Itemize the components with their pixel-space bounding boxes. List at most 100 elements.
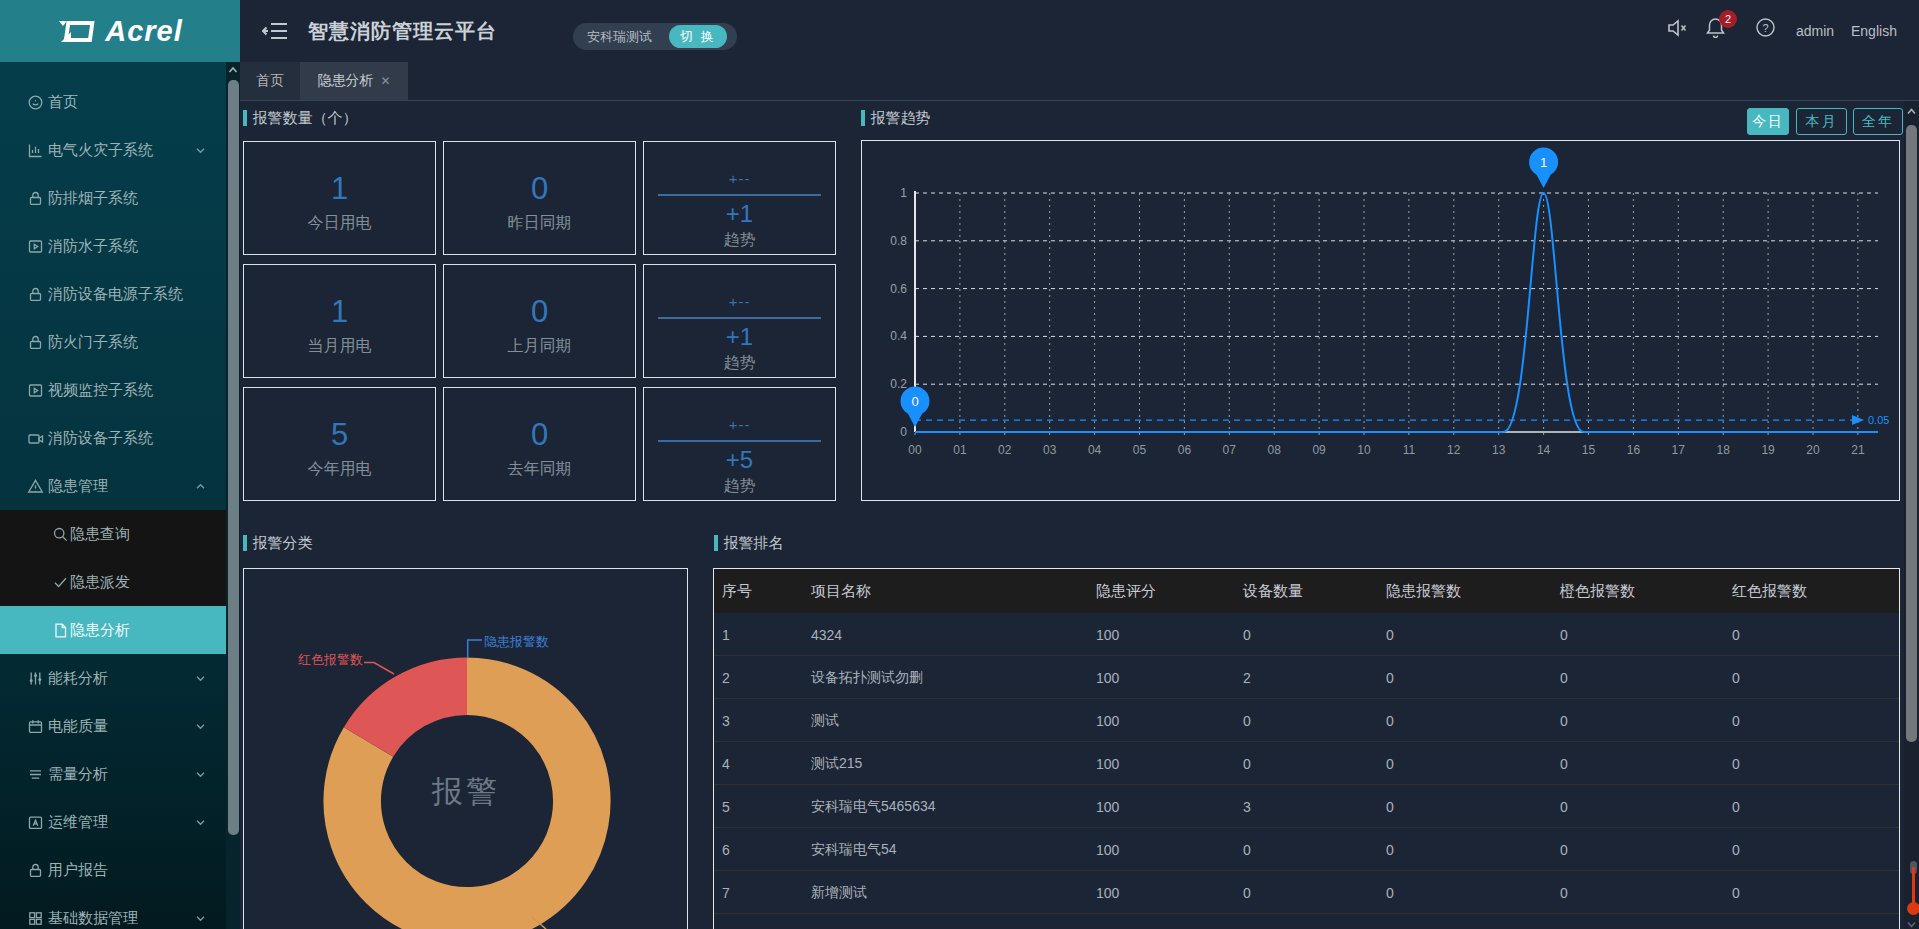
col-header-5: 橙色报警数 [1560,569,1635,613]
cell: 0 [1732,828,1740,871]
category-donut-chart [244,569,686,929]
tab-hidden-danger-analysis[interactable]: 隐患分析 ✕ [300,62,408,100]
sidebar-item-3[interactable]: 消防水子系统 [0,222,240,270]
sidebar-scroll-up-icon[interactable] [226,63,240,77]
stat-label: 今年用电 [244,459,435,480]
table-row-1[interactable]: 2设备拓扑测试勿删1002000 [714,656,1899,699]
y-axis-label: 0 [900,425,907,439]
col-header-4: 隐患报警数 [1386,569,1461,613]
y-axis-label: 0.6 [890,282,907,296]
sidebar-item-label: 隐患派发 [70,573,130,592]
sidebar-item-17[interactable]: 基础数据管理 [0,894,240,929]
logo-text: Acrel [105,15,183,48]
camera-icon [27,430,44,447]
stat-value: 0 [444,417,635,453]
sidebar-item-4[interactable]: 消防设备电源子系统 [0,270,240,318]
home-icon [27,94,44,111]
sidebar-item-6[interactable]: 视频监控子系统 [0,366,240,414]
tab-home[interactable]: 首页 [240,62,300,100]
trend-divider [658,317,821,319]
page-scroll-down-icon[interactable] [1905,918,1918,929]
table-row-5[interactable]: 6安科瑞电气541000000 [714,828,1899,871]
sidebar-item-14[interactable]: 需量分析 [0,750,240,798]
collapse-sidebar-icon[interactable] [262,21,288,41]
grid-icon [27,910,44,927]
rows-icon [27,766,44,783]
language-switch[interactable]: English [1851,0,1897,62]
cell: 0 [1732,742,1740,785]
stat-value: 0 [444,294,635,330]
alarm-trend-title-text: 报警趋势 [871,109,931,128]
table-row-2[interactable]: 3测试1000000 [714,699,1899,742]
sidebar-item-1[interactable]: 电气火灾子系统 [0,126,240,174]
tab-close-icon[interactable]: ✕ [380,74,390,88]
sidebar-item-15[interactable]: 运维管理 [0,798,240,846]
cell: 2 [722,656,730,699]
alarm-count-title-text: 报警数量（个） [253,109,358,128]
tab-home-label: 首页 [256,72,284,90]
table-row-0[interactable]: 143241000000 [714,613,1899,656]
sidebar-scrollbar[interactable] [226,62,240,929]
help-icon[interactable]: ? [1756,18,1775,37]
sidebar-item-label: 隐患查询 [70,525,130,544]
tab-bar: 首页 隐患分析 ✕ [240,62,1919,101]
x-axis-label: 04 [1088,443,1102,457]
y-axis-label: 0.4 [890,329,907,343]
sidebar-item-8[interactable]: 隐患管理 [0,462,240,510]
cell: 100 [1096,656,1119,699]
sidebar-scrollbar-thumb[interactable] [228,80,239,835]
trend-value: +5 [644,446,835,474]
cell: 3 [722,699,730,742]
sidebar-item-7[interactable]: 消防设备子系统 [0,414,240,462]
sidebar-item-16[interactable]: 用户报告 [0,846,240,894]
range-button-0[interactable]: 今日 [1747,108,1789,135]
range-button-2[interactable]: 全年 [1853,108,1903,135]
project-switcher: 安科瑞测试 切 换 [573,23,737,50]
cell: 3 [1243,785,1251,828]
donut-slice-1[interactable] [369,686,467,742]
chevron-down-icon [195,673,206,684]
sidebar-item-13[interactable]: 电能质量 [0,702,240,750]
x-axis-label: 10 [1357,443,1371,457]
page-scroll-up-icon[interactable] [1905,105,1918,118]
range-button-1[interactable]: 本月 [1796,108,1847,135]
sidebar-item-0[interactable]: 首页 [0,78,240,126]
user-menu[interactable]: admin [1796,0,1834,62]
cell: 0 [1560,699,1568,742]
table-row-3[interactable]: 4测试2151000000 [714,742,1899,785]
cell: 1 [722,613,730,656]
stat-label: 今日用电 [244,213,435,234]
cell: 0 [1386,828,1394,871]
stat-label: 上月同期 [444,336,635,357]
x-axis-label: 17 [1672,443,1686,457]
threshold-label: 0.05 [1868,414,1889,426]
tab-analysis-label: 隐患分析 [317,72,373,90]
col-header-6: 红色报警数 [1732,569,1807,613]
sidebar-item-2[interactable]: 防排烟子系统 [0,174,240,222]
stat-value: 1 [244,171,435,207]
sidebar-item-label: 防排烟子系统 [48,189,138,208]
speaker-icon[interactable] [1666,17,1688,39]
cell: 0 [1243,613,1251,656]
cell: 0 [1386,871,1394,914]
y-axis-label: 0.2 [890,377,907,391]
sidebar-item-12[interactable]: 能耗分析 [0,654,240,702]
table-row-4[interactable]: 5安科瑞电气54656341003000 [714,785,1899,828]
col-header-2: 隐患评分 [1096,569,1156,613]
cell: 0 [1386,656,1394,699]
x-axis-label: 14 [1537,443,1551,457]
switch-project-button[interactable]: 切 换 [669,25,727,48]
cell: 100 [1096,785,1119,828]
table-row-6[interactable]: 7新增测试1000000 [714,871,1899,914]
sidebar-item-9[interactable]: 隐患查询 [0,510,240,558]
sidebar-item-5[interactable]: 防火门子系统 [0,318,240,366]
page-scrollbar[interactable] [1904,101,1919,929]
cell: 4 [722,742,730,785]
marker-pin-value: 1 [1540,155,1547,170]
sidebar-item-10[interactable]: 隐患派发 [0,558,240,606]
sidebar-item-label: 能耗分析 [48,669,108,688]
sidebar-item-11[interactable]: 隐患分析 [0,606,240,654]
doc-icon [52,622,69,639]
stat-label: 去年同期 [444,459,635,480]
page-scrollbar-thumb[interactable] [1906,125,1917,742]
